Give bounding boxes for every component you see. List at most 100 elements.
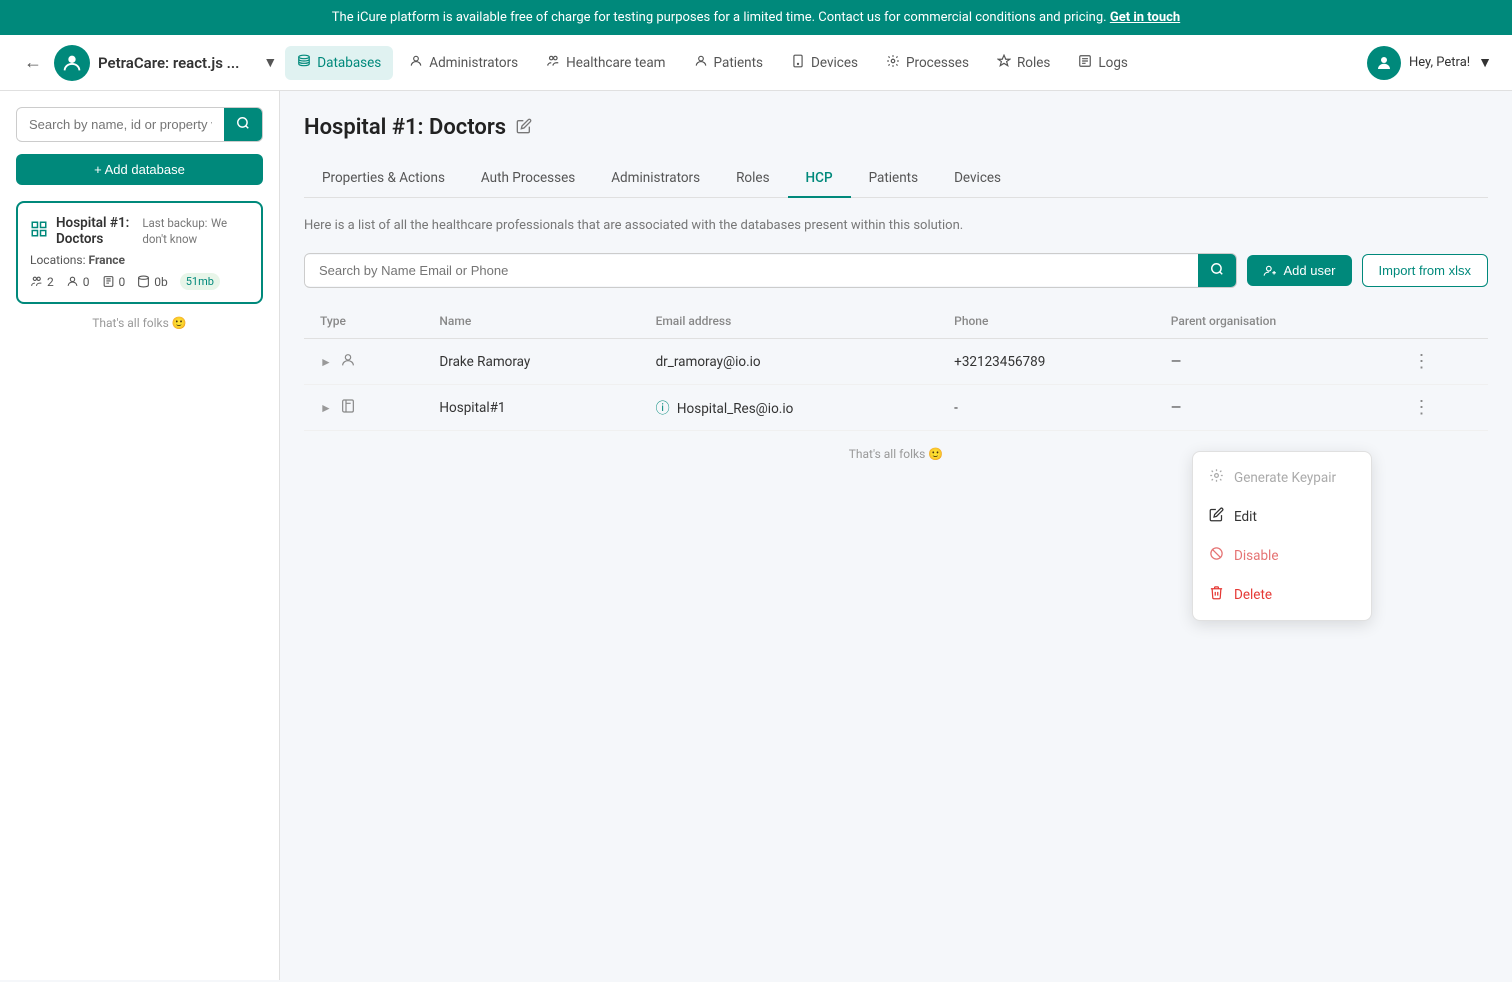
tabs: Properties & Actions Auth Processes Admi… [304, 160, 1488, 198]
nav-items: Databases Administrators Healthcare team… [285, 46, 1359, 80]
add-database-label: + Add database [94, 162, 185, 177]
db-backup-label: Last backup: [142, 216, 207, 230]
sidebar-search-input[interactable] [17, 109, 224, 140]
generate-keypair-icon [1209, 468, 1224, 487]
administrators-icon [409, 54, 423, 72]
row1-actions: ⋮ [1396, 339, 1488, 385]
row2-action-menu[interactable]: ⋮ [1412, 397, 1432, 418]
menu-label-edit: Edit [1234, 509, 1257, 525]
row1-action-menu[interactable]: ⋮ [1412, 351, 1432, 372]
nav-item-patients[interactable]: Patients [682, 46, 776, 80]
menu-item-delete[interactable]: Delete [1193, 575, 1371, 614]
stat-hcp-count: 2 [47, 275, 54, 289]
tab-roles[interactable]: Roles [718, 160, 787, 198]
brand-dropdown[interactable]: ▼ [263, 54, 277, 71]
user-section: Hey, Petra! ▼ [1367, 46, 1492, 80]
nav-item-processes[interactable]: Processes [874, 46, 981, 80]
hcp-table: Type Name Email address Phone Parent org… [304, 304, 1488, 431]
row1-parent: — [1155, 339, 1397, 385]
roles-icon [997, 54, 1011, 72]
row2-name: Hospital#1 [423, 385, 639, 431]
context-menu: Generate Keypair Edit Disable Delete [1192, 451, 1372, 621]
import-button[interactable]: Import from xlsx [1362, 254, 1488, 287]
nav-item-logs[interactable]: Logs [1066, 46, 1140, 80]
patients-icon [694, 54, 708, 72]
toolbar: Add user Import from xlsx [304, 253, 1488, 288]
th-actions [1396, 304, 1488, 339]
nav-item-healthcare-team[interactable]: Healthcare team [534, 46, 677, 80]
row1-type: ► [304, 339, 423, 385]
user-dropdown-icon[interactable]: ▼ [1478, 54, 1492, 71]
menu-item-disable[interactable]: Disable [1193, 536, 1371, 575]
logs-icon [1078, 54, 1092, 72]
brand-name: PetraCare: react.js ... [98, 54, 239, 72]
user-name[interactable]: Hey, Petra! [1409, 55, 1470, 70]
menu-item-edit[interactable]: Edit [1193, 497, 1371, 536]
search-input[interactable] [305, 255, 1198, 286]
tab-hcp[interactable]: HCP [788, 160, 851, 198]
tab-properties[interactable]: Properties & Actions [304, 160, 463, 198]
databases-icon [297, 54, 311, 72]
content: Hospital #1: Doctors Properties & Action… [280, 91, 1512, 980]
menu-label-disable: Disable [1234, 548, 1278, 564]
nav-label-processes: Processes [906, 55, 969, 71]
stat-size-0b: 0b [154, 275, 167, 289]
row2-phone: - [938, 385, 1155, 431]
row1-phone: +32123456789 [938, 339, 1155, 385]
nav-label-healthcare-team: Healthcare team [566, 55, 665, 71]
search-button[interactable] [1198, 254, 1236, 287]
back-button[interactable]: ← [20, 48, 46, 77]
row2-expand[interactable]: ► [320, 401, 332, 415]
nav-label-devices: Devices [811, 55, 858, 71]
nav-label-administrators: Administrators [429, 55, 518, 71]
nav-item-roles[interactable]: Roles [985, 46, 1062, 80]
sidebar: + Add database Hospital #1: Doctors Last… [0, 91, 280, 980]
db-location-value: France [89, 253, 126, 267]
menu-label-generate-keypair: Generate Keypair [1234, 470, 1336, 486]
sidebar-search-button[interactable] [224, 108, 262, 141]
edit-title-icon[interactable] [516, 118, 532, 138]
nav-item-administrators[interactable]: Administrators [397, 46, 530, 80]
page-title: Hospital #1: Doctors [304, 115, 506, 140]
tab-devices[interactable]: Devices [936, 160, 1019, 198]
description-text: Here is a list of all the healthcare pro… [304, 218, 1488, 233]
search-bar [304, 253, 1237, 288]
delete-icon [1209, 585, 1224, 604]
tab-patients[interactable]: Patients [851, 160, 937, 198]
th-phone: Phone [938, 304, 1155, 339]
row1-expand[interactable]: ► [320, 355, 332, 369]
table-row: ► Hospital#1 ⓘ Hospital_Res@io.io - — [304, 385, 1488, 431]
nav-label-logs: Logs [1098, 55, 1128, 71]
menu-item-generate-keypair[interactable]: Generate Keypair [1193, 458, 1371, 497]
row2-type-icon [340, 398, 356, 418]
import-label: Import from xlsx [1379, 263, 1471, 278]
row2-email: ⓘ Hospital_Res@io.io [640, 385, 939, 431]
db-card[interactable]: Hospital #1: Doctors Last backup: We don… [16, 201, 263, 304]
disable-icon [1209, 546, 1224, 565]
navbar: ← PetraCare: react.js ... ▼ Databases Ad… [0, 35, 1512, 91]
edit-icon [1209, 507, 1224, 526]
healthcare-team-icon [546, 54, 560, 72]
th-type: Type [304, 304, 423, 339]
get-in-touch-link[interactable]: Get in touch [1110, 10, 1180, 25]
user-avatar [1367, 46, 1401, 80]
th-parent: Parent organisation [1155, 304, 1397, 339]
stat-badge-size: 51mb [180, 273, 220, 290]
nav-item-databases[interactable]: Databases [285, 46, 393, 80]
db-card-name: Hospital #1: Doctors [56, 215, 142, 247]
row2-parent: — [1155, 385, 1397, 431]
nav-item-devices[interactable]: Devices [779, 46, 870, 80]
add-database-button[interactable]: + Add database [16, 154, 263, 185]
db-stats: 2 0 0 0b 51mb [30, 273, 249, 290]
nav-label-roles: Roles [1017, 55, 1050, 71]
tab-auth-processes[interactable]: Auth Processes [463, 160, 593, 198]
brand-logo [54, 45, 90, 81]
nav-label-databases: Databases [317, 55, 381, 71]
db-location-label: Locations: [30, 253, 86, 267]
menu-label-delete: Delete [1234, 587, 1272, 603]
db-icon [30, 220, 48, 242]
add-user-button[interactable]: Add user [1247, 255, 1351, 286]
main-layout: + Add database Hospital #1: Doctors Last… [0, 91, 1512, 980]
tab-administrators[interactable]: Administrators [593, 160, 718, 198]
nav-label-patients: Patients [714, 55, 764, 71]
